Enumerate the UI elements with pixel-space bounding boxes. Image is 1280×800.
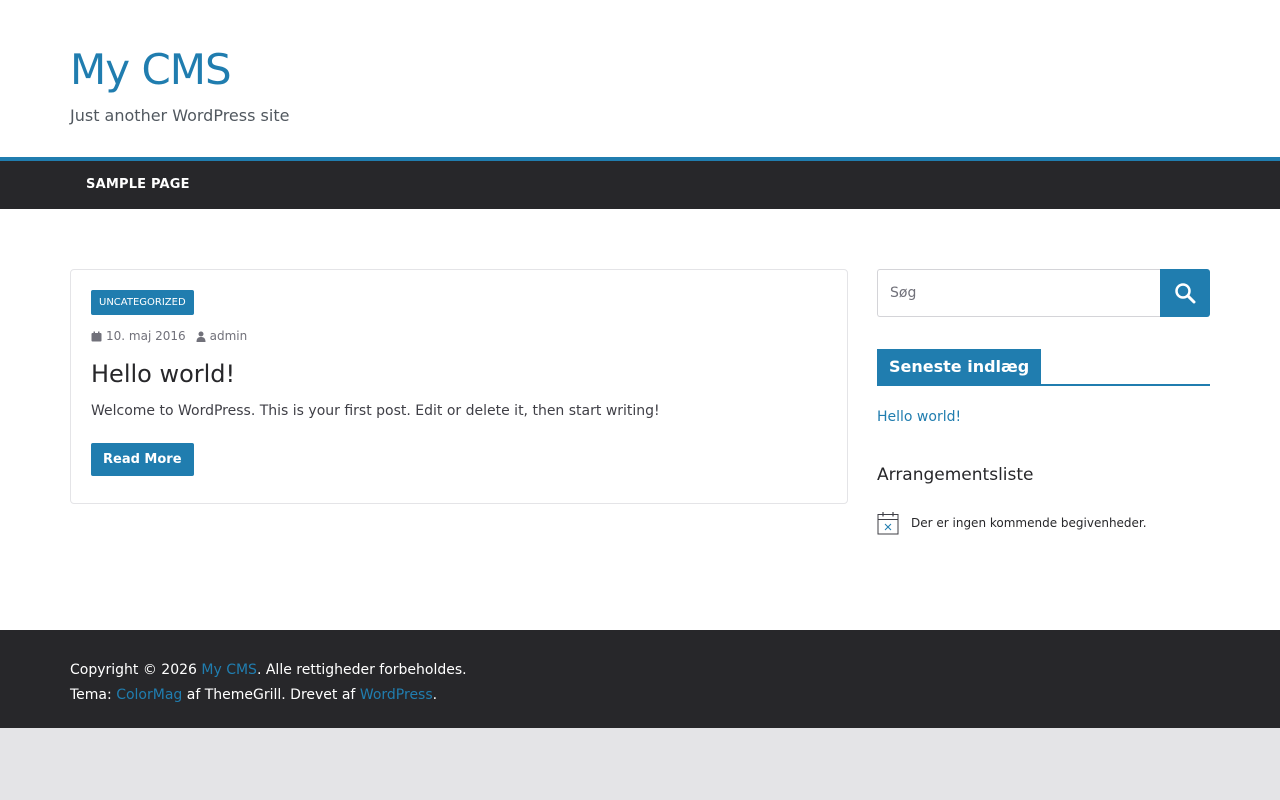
footer-end: . [432, 687, 438, 703]
search-button[interactable] [1160, 269, 1210, 317]
footer-credits: Tema: ColorMag af ThemeGrill. Drevet af … [70, 683, 1210, 708]
site-title-link[interactable]: My CMS [70, 44, 232, 96]
page: My CMS Just another WordPress site SAMPL… [0, 0, 1280, 728]
copyright-prefix: Copyright © 2026 [70, 662, 197, 678]
theme-by: af ThemeGrill. Drevet af [186, 687, 356, 703]
main-navigation: SAMPLE PAGE [0, 157, 1280, 209]
events-empty-text: Der er ingen kommende begivenheder. [911, 516, 1147, 530]
post-author-link[interactable]: admin [196, 329, 248, 343]
content-area: UNCATEGORIZED 10. maj 2016 admin Hello w… [70, 269, 848, 630]
footer-wordpress-link[interactable]: WordPress [360, 687, 433, 703]
post-date-link[interactable]: 10. maj 2016 [91, 329, 186, 343]
events-title: Arrangementsliste [877, 465, 1034, 485]
calendar-empty-icon [877, 512, 899, 535]
post-date: 10. maj 2016 [106, 329, 186, 343]
events-empty: Der er ingen kommende begivenheder. [877, 511, 1210, 535]
user-icon [196, 331, 206, 342]
post-title-link[interactable]: Hello world! [91, 360, 235, 388]
post-excerpt: Welcome to WordPress. This is your first… [91, 403, 660, 419]
nav-item-sample-page[interactable]: SAMPLE PAGE [70, 161, 206, 209]
post-author: admin [209, 329, 248, 343]
recent-posts-title: Seneste indlæg [877, 349, 1042, 384]
main-area: UNCATEGORIZED 10. maj 2016 admin Hello w… [0, 209, 1280, 630]
post-meta: 10. maj 2016 admin [91, 329, 827, 343]
read-more-button[interactable]: Read More [91, 443, 194, 476]
search-form [877, 269, 1210, 317]
calendar-icon [91, 331, 102, 341]
copyright-rights: . Alle rettigheder forbeholdes. [256, 662, 467, 678]
site-header: My CMS Just another WordPress site [0, 0, 1280, 157]
site-tagline: Just another WordPress site [70, 106, 290, 125]
footer-site-link[interactable]: My CMS [201, 662, 257, 678]
recent-posts-header: Seneste indlæg [877, 349, 1210, 386]
footer-copyright: Copyright © 2026 My CMS. Alle rettighede… [70, 658, 1210, 683]
search-input[interactable] [877, 269, 1160, 317]
post-title: Hello world! [91, 359, 827, 389]
site-footer: Copyright © 2026 My CMS. Alle rettighede… [0, 630, 1280, 728]
theme-prefix: Tema: [70, 687, 112, 703]
search-icon [1175, 283, 1196, 304]
category-badge[interactable]: UNCATEGORIZED [91, 290, 194, 315]
recent-post-link[interactable]: Hello world! [877, 409, 1210, 425]
footer-theme-link[interactable]: ColorMag [116, 687, 182, 703]
sidebar: Seneste indlæg Hello world! Arrangements… [877, 269, 1210, 630]
post-card: UNCATEGORIZED 10. maj 2016 admin Hello w… [70, 269, 848, 504]
